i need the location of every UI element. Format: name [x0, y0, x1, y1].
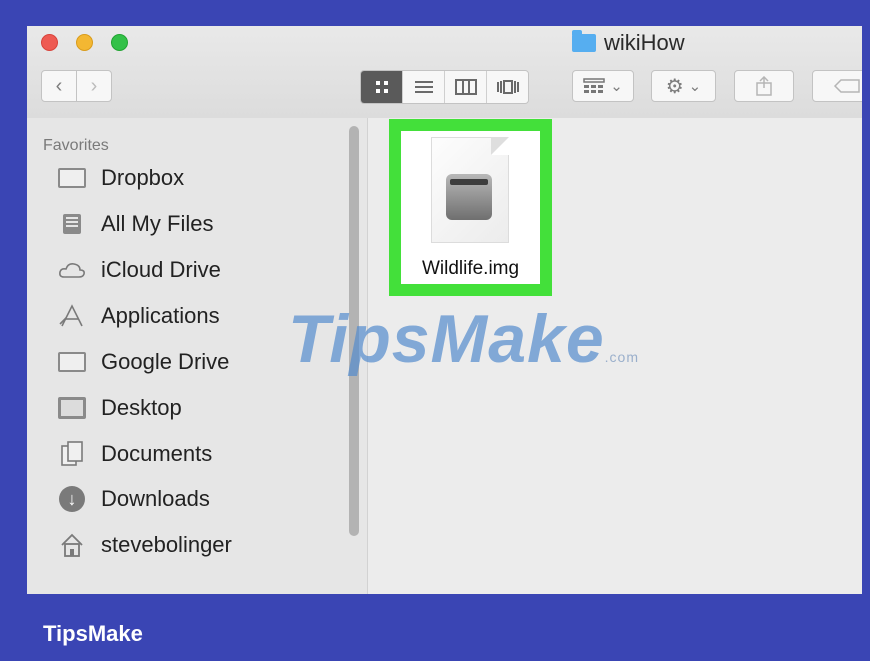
sidebar-item-label: Applications: [101, 303, 220, 328]
sidebar-item-all-my-files[interactable]: All My Files: [57, 211, 213, 237]
share-icon: [756, 76, 772, 96]
folder-icon: [57, 349, 87, 375]
sidebar-item-documents[interactable]: Documents: [57, 441, 212, 467]
watermark: TipsMake.com: [288, 300, 639, 378]
cover-flow-view-button[interactable]: [486, 71, 528, 103]
watermark-suffix: .com: [604, 349, 639, 365]
sidebar-item-dropbox[interactable]: Dropbox: [57, 165, 184, 191]
sidebar-item-label: Dropbox: [101, 165, 185, 190]
list-view-button[interactable]: [402, 71, 444, 103]
sidebar-item-label: stevebolinger: [101, 532, 232, 557]
sidebar-item-icloud-drive[interactable]: iCloud Drive: [57, 257, 221, 283]
column-view-icon: [454, 79, 477, 95]
gear-icon: ⚙: [665, 75, 684, 98]
sidebar-item-label: All My Files: [101, 211, 214, 236]
watermark-text: TipsMake: [288, 301, 605, 377]
documents-icon: [57, 441, 87, 467]
footer-brand: TipsMake: [43, 621, 143, 646]
sidebar-section-favorites: Favorites: [43, 137, 109, 154]
title-bar: wikiHow ‹ › ⌄ ⚙ ⌄: [27, 26, 862, 119]
icon-view-button[interactable]: [361, 71, 402, 103]
window-title: wikiHow: [572, 30, 685, 56]
folder-icon: [572, 30, 596, 52]
disk-image-icon: [431, 137, 509, 243]
forward-button[interactable]: ›: [76, 70, 112, 102]
sidebar-item-google-drive[interactable]: Google Drive: [57, 349, 229, 375]
cloud-icon: [57, 257, 87, 283]
action-button[interactable]: ⚙ ⌄: [651, 70, 716, 102]
chevron-right-icon: ›: [90, 74, 98, 97]
window-title-text: wikiHow: [604, 30, 685, 55]
home-icon: [57, 532, 87, 558]
applications-icon: [57, 303, 87, 329]
file-item[interactable]: Wildlife.img: [401, 131, 540, 284]
file-highlight: Wildlife.img: [389, 119, 552, 296]
all-files-icon: [57, 211, 87, 237]
minimize-button[interactable]: [76, 34, 93, 51]
icon-view-icon: [375, 81, 388, 93]
sidebar-item-label: Google Drive: [101, 349, 230, 374]
sidebar-item-desktop[interactable]: Desktop: [57, 395, 182, 421]
arrange-button[interactable]: ⌄: [572, 70, 634, 102]
sidebar-item-label: Documents: [101, 441, 213, 466]
list-view-icon: [414, 81, 433, 93]
cover-flow-view-icon: [496, 80, 519, 94]
chevron-down-icon: ⌄: [610, 78, 623, 95]
tag-button[interactable]: [812, 70, 862, 102]
sidebar-item-label: Downloads: [101, 486, 210, 511]
arrange-icon: [583, 78, 605, 93]
share-button[interactable]: [734, 70, 794, 102]
back-button[interactable]: ‹: [41, 70, 77, 102]
folder-icon: [57, 165, 87, 191]
sidebar-item-downloads[interactable]: ↓ Downloads: [57, 486, 210, 512]
chevron-left-icon: ‹: [55, 74, 63, 97]
desktop-icon: [57, 395, 87, 421]
sidebar-item-label: Desktop: [101, 395, 182, 420]
tag-icon: [833, 79, 860, 93]
file-name: Wildlife.img: [421, 258, 520, 279]
chevron-down-icon: ⌄: [688, 78, 702, 95]
close-button[interactable]: [41, 34, 58, 51]
column-view-button[interactable]: [444, 71, 486, 103]
sidebar-item-applications[interactable]: Applications: [57, 303, 220, 329]
view-mode-group: [360, 70, 529, 104]
download-icon: ↓: [57, 486, 87, 512]
sidebar-item-label: iCloud Drive: [101, 257, 221, 282]
sidebar-item-stevebolinger[interactable]: stevebolinger: [57, 532, 232, 558]
zoom-button[interactable]: [111, 34, 128, 51]
